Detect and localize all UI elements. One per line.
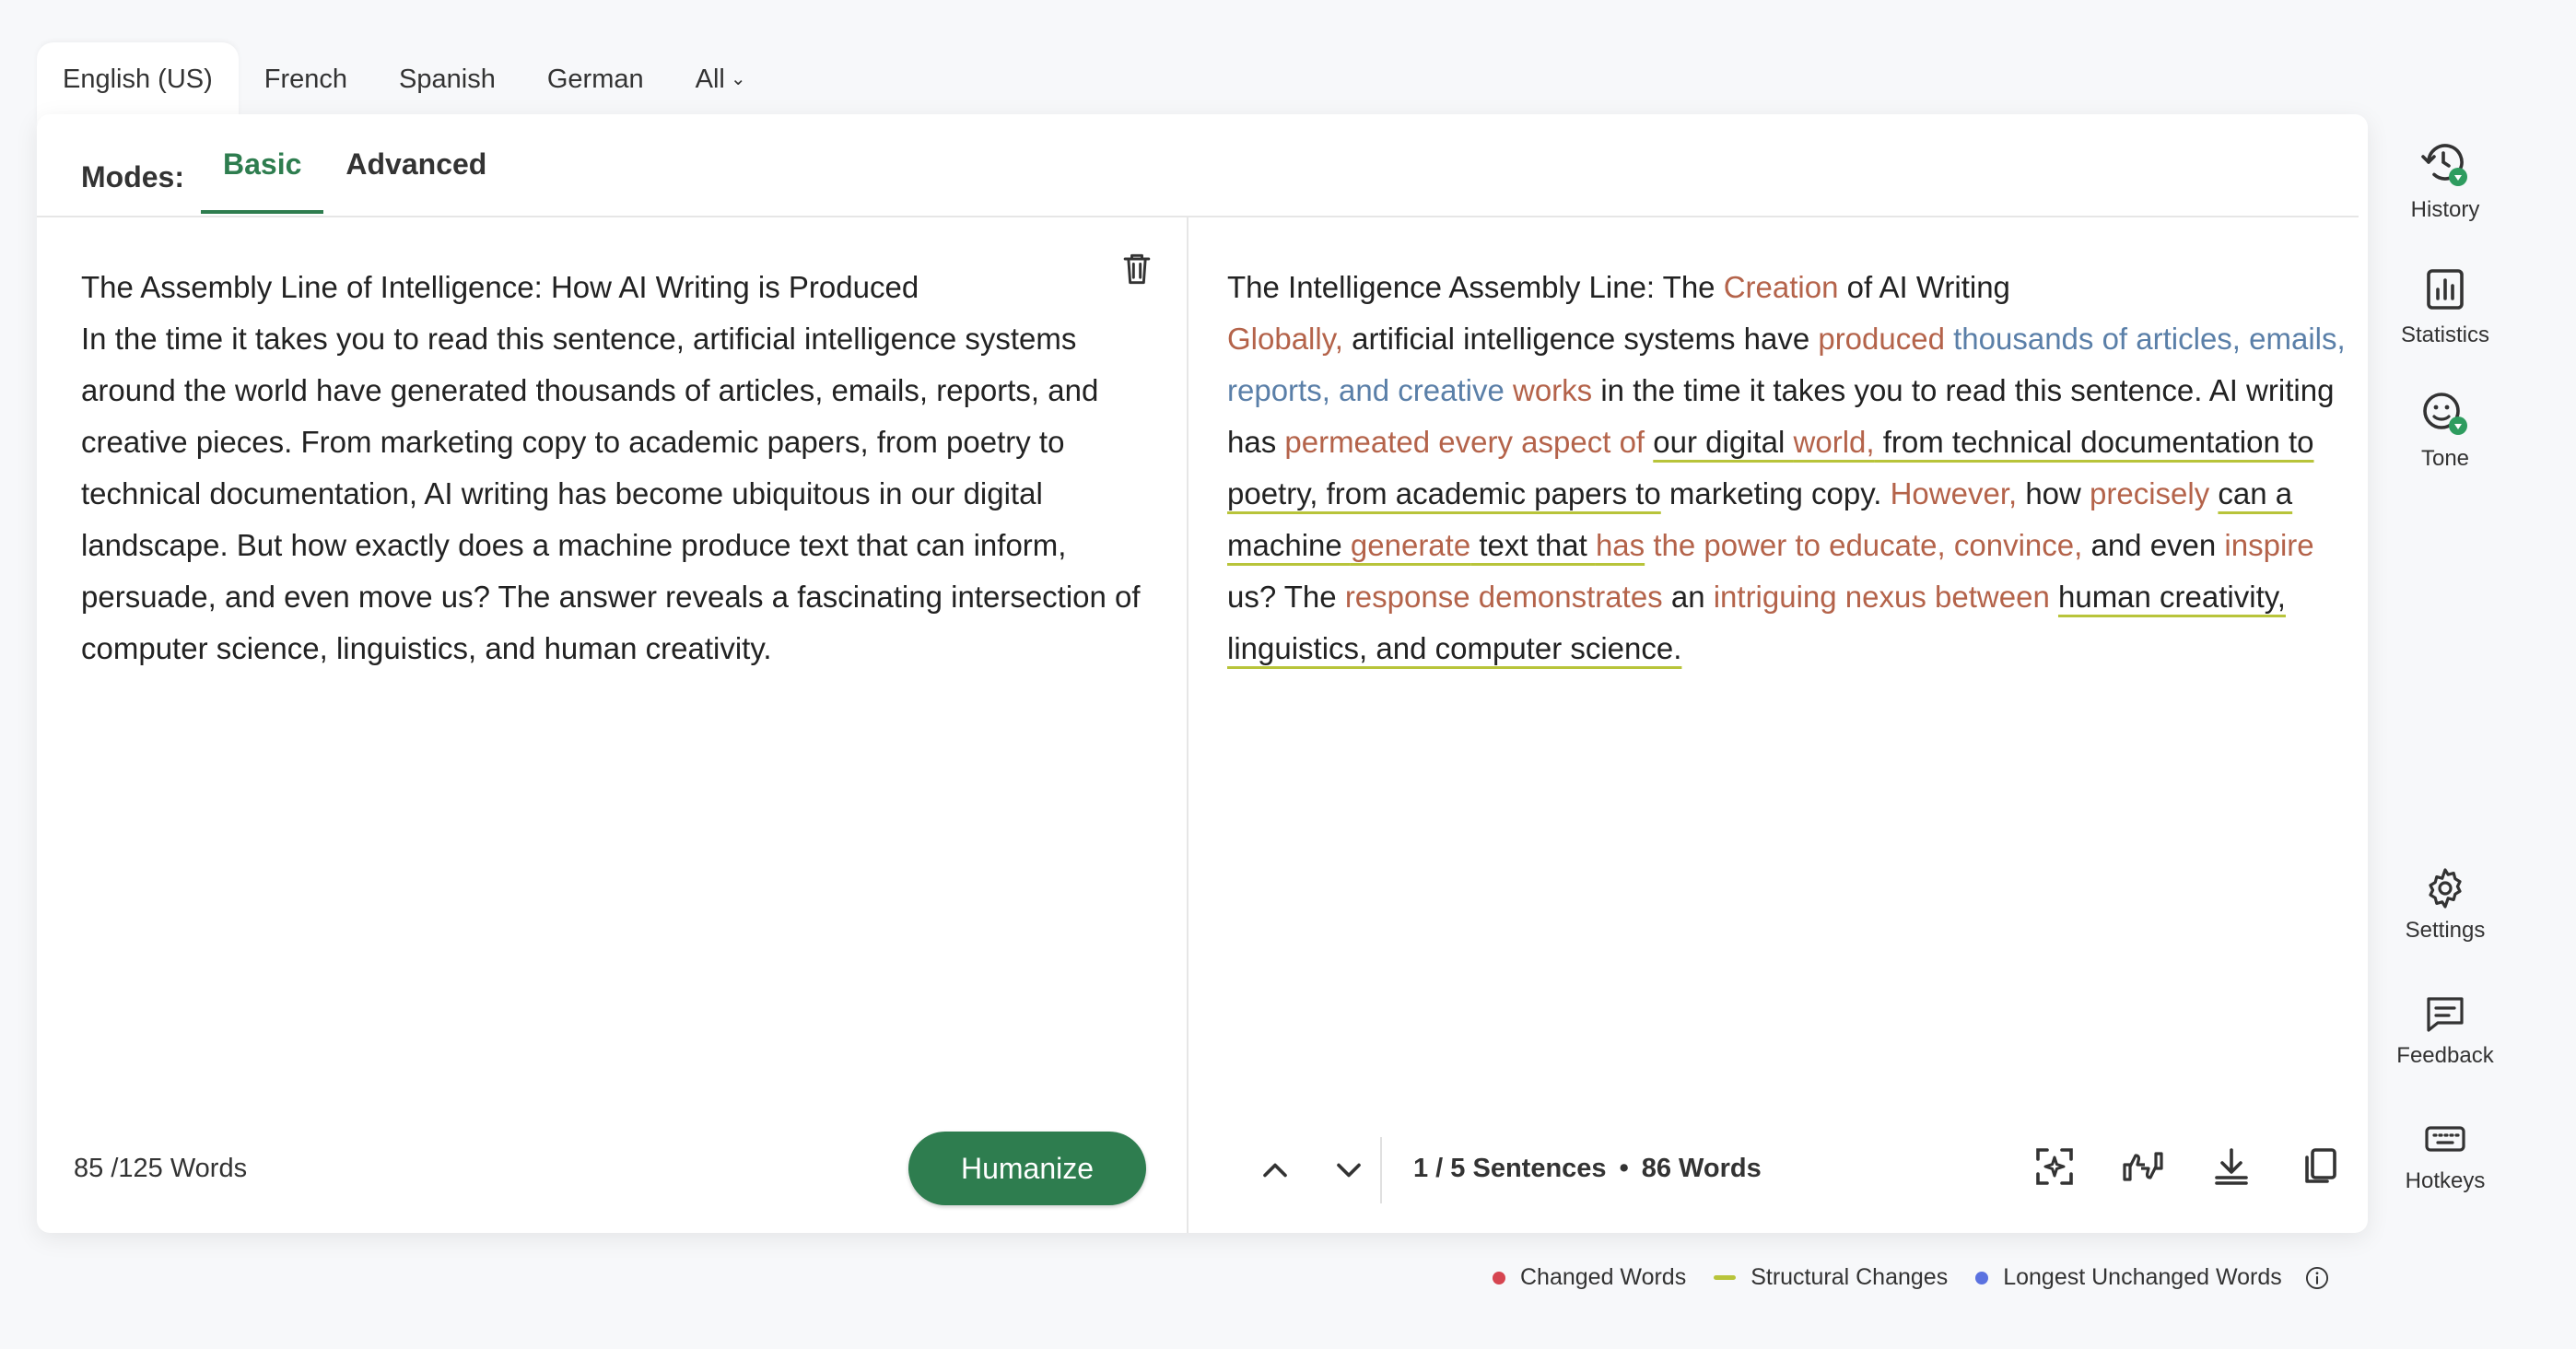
modes-label: Modes:	[81, 159, 184, 194]
changed-words-dot	[1493, 1271, 1505, 1284]
output-segment[interactable]: our digital	[1653, 425, 1793, 459]
editor-card: Modes: Basic Advanced The Assembly Line …	[37, 114, 2368, 1233]
modes-bar: Modes: Basic Advanced	[81, 140, 509, 214]
tab-english-us[interactable]: English (US)	[37, 42, 239, 123]
pane-divider	[1187, 217, 1188, 1233]
output-segment[interactable]: produced	[1818, 322, 1945, 356]
statistics-icon	[2427, 269, 2464, 310]
legend-unchanged-words: Longest Unchanged Words	[1975, 1264, 2282, 1291]
sidebar-label-feedback: Feedback	[2396, 1043, 2494, 1068]
sidebar-item-feedback[interactable]: Feedback	[2377, 991, 2513, 1069]
tab-all-label: All	[695, 65, 725, 94]
mode-tab-advanced[interactable]: Advanced	[323, 114, 509, 214]
sidebar-label-statistics: Statistics	[2400, 323, 2490, 347]
output-segment[interactable]: generate	[1351, 528, 1470, 562]
keyboard-icon	[2425, 1126, 2465, 1152]
legend-changed-words: Changed Words	[1493, 1264, 1686, 1291]
output-segment	[2050, 580, 2058, 614]
structural-changes-dash	[1714, 1275, 1737, 1280]
output-segment: and even	[2082, 528, 2225, 562]
output-segment[interactable]: world,	[1794, 425, 1875, 459]
compare-feedback-icon[interactable]	[2121, 1144, 2165, 1189]
sidebar-item-statistics[interactable]: Statistics	[2377, 264, 2513, 348]
sidebar-label-settings: Settings	[2405, 918, 2486, 943]
ai-scan-icon[interactable]	[2032, 1144, 2077, 1189]
sidebar-label-history: History	[2410, 197, 2480, 222]
info-icon[interactable]	[2304, 1265, 2330, 1291]
tab-german[interactable]: German	[521, 42, 670, 123]
output-segment[interactable]: However,	[1891, 476, 2018, 510]
output-segment: an	[1662, 580, 1714, 614]
legend-unchanged-label: Longest Unchanged Words	[2003, 1264, 2282, 1290]
output-segment[interactable]: inspire	[2224, 528, 2313, 562]
sidebar-item-tone[interactable]: Tone	[2377, 387, 2513, 472]
output-segment[interactable]: has	[1596, 528, 1645, 562]
output-segment[interactable]: intriguing nexus between	[1714, 580, 2050, 614]
output-segment[interactable]: permeated every aspect of	[1284, 425, 1645, 459]
input-title: The Assembly Line of Intelligence: How A…	[81, 270, 919, 304]
output-title: The Intelligence Assembly Line: The Crea…	[1227, 262, 2351, 313]
input-word-count: 85 /125 Words	[74, 1154, 248, 1183]
language-tabs: English (US) French Spanish German All ⌄	[37, 42, 772, 123]
header-divider	[37, 216, 2359, 217]
input-body: In the time it takes you to read this se…	[81, 322, 1141, 665]
output-segment: of AI Writing	[1838, 270, 2010, 304]
tab-all-languages[interactable]: All ⌄	[670, 42, 772, 123]
tone-icon	[2423, 393, 2467, 435]
sidebar-label-hotkeys: Hotkeys	[2405, 1168, 2486, 1193]
output-word-count: 86 Words	[1641, 1154, 1762, 1183]
output-segment[interactable]: Creation	[1724, 270, 1839, 304]
history-icon	[2421, 144, 2467, 186]
sentence-counter: 1 / 5 Sentences	[1413, 1154, 1607, 1183]
sidebar-item-history[interactable]: History	[2377, 138, 2513, 223]
output-segment	[1645, 425, 1653, 459]
output-segment[interactable]: the power to educate, convince,	[1645, 528, 2082, 562]
trash-icon[interactable]	[1117, 249, 1157, 289]
output-segment: us? The	[1227, 580, 1345, 614]
sidebar-item-settings[interactable]: Settings	[2377, 866, 2513, 944]
legend: Changed Words Structural Changes Longest…	[1493, 1264, 2330, 1291]
legend-structural-label: Structural Changes	[1751, 1264, 1949, 1290]
output-segment: how	[2017, 476, 2090, 510]
separator-dot: •	[1619, 1154, 1629, 1183]
legend-changed-label: Changed Words	[1520, 1264, 1687, 1290]
output-segment[interactable]: text that	[1470, 528, 1596, 562]
output-segment[interactable]: precisely	[2090, 476, 2209, 510]
legend-structural-changes: Structural Changes	[1714, 1264, 1948, 1291]
tab-french[interactable]: French	[239, 42, 373, 123]
copy-icon[interactable]	[2298, 1144, 2342, 1189]
gear-icon	[2429, 868, 2462, 909]
feedback-icon	[2427, 997, 2464, 1032]
sidebar-item-hotkeys[interactable]: Hotkeys	[2377, 1117, 2513, 1194]
mode-tab-basic[interactable]: Basic	[201, 114, 324, 214]
output-segment[interactable]: response demonstrates	[1345, 580, 1663, 614]
output-segment: The Intelligence Assembly Line: The	[1227, 270, 1724, 304]
next-sentence-icon[interactable]	[1329, 1150, 1369, 1191]
unchanged-words-dot	[1975, 1271, 1989, 1284]
humanize-button[interactable]: Humanize	[908, 1132, 1146, 1205]
output-segment[interactable]: works	[1505, 373, 1592, 407]
chevron-down-icon: ⌄	[730, 69, 746, 89]
sidebar-label-tone: Tone	[2420, 446, 2470, 471]
download-icon[interactable]	[2209, 1144, 2254, 1189]
output-segment: marketing copy.	[1660, 476, 1891, 510]
tab-spanish[interactable]: Spanish	[373, 42, 521, 123]
output-body: Globally, artificial intelligence system…	[1227, 313, 2351, 674]
footer-divider	[1380, 1137, 1382, 1203]
input-text-area[interactable]: The Assembly Line of Intelligence: How A…	[81, 262, 1141, 674]
output-segment[interactable]: Globally,	[1227, 322, 1343, 356]
output-segment: artificial intelligence systems have	[1342, 322, 1819, 356]
output-text-area: The Intelligence Assembly Line: The Crea…	[1227, 262, 2351, 674]
sentence-info: 1 / 5 Sentences • 86 Words	[1413, 1154, 1762, 1184]
previous-sentence-icon[interactable]	[1255, 1150, 1295, 1191]
